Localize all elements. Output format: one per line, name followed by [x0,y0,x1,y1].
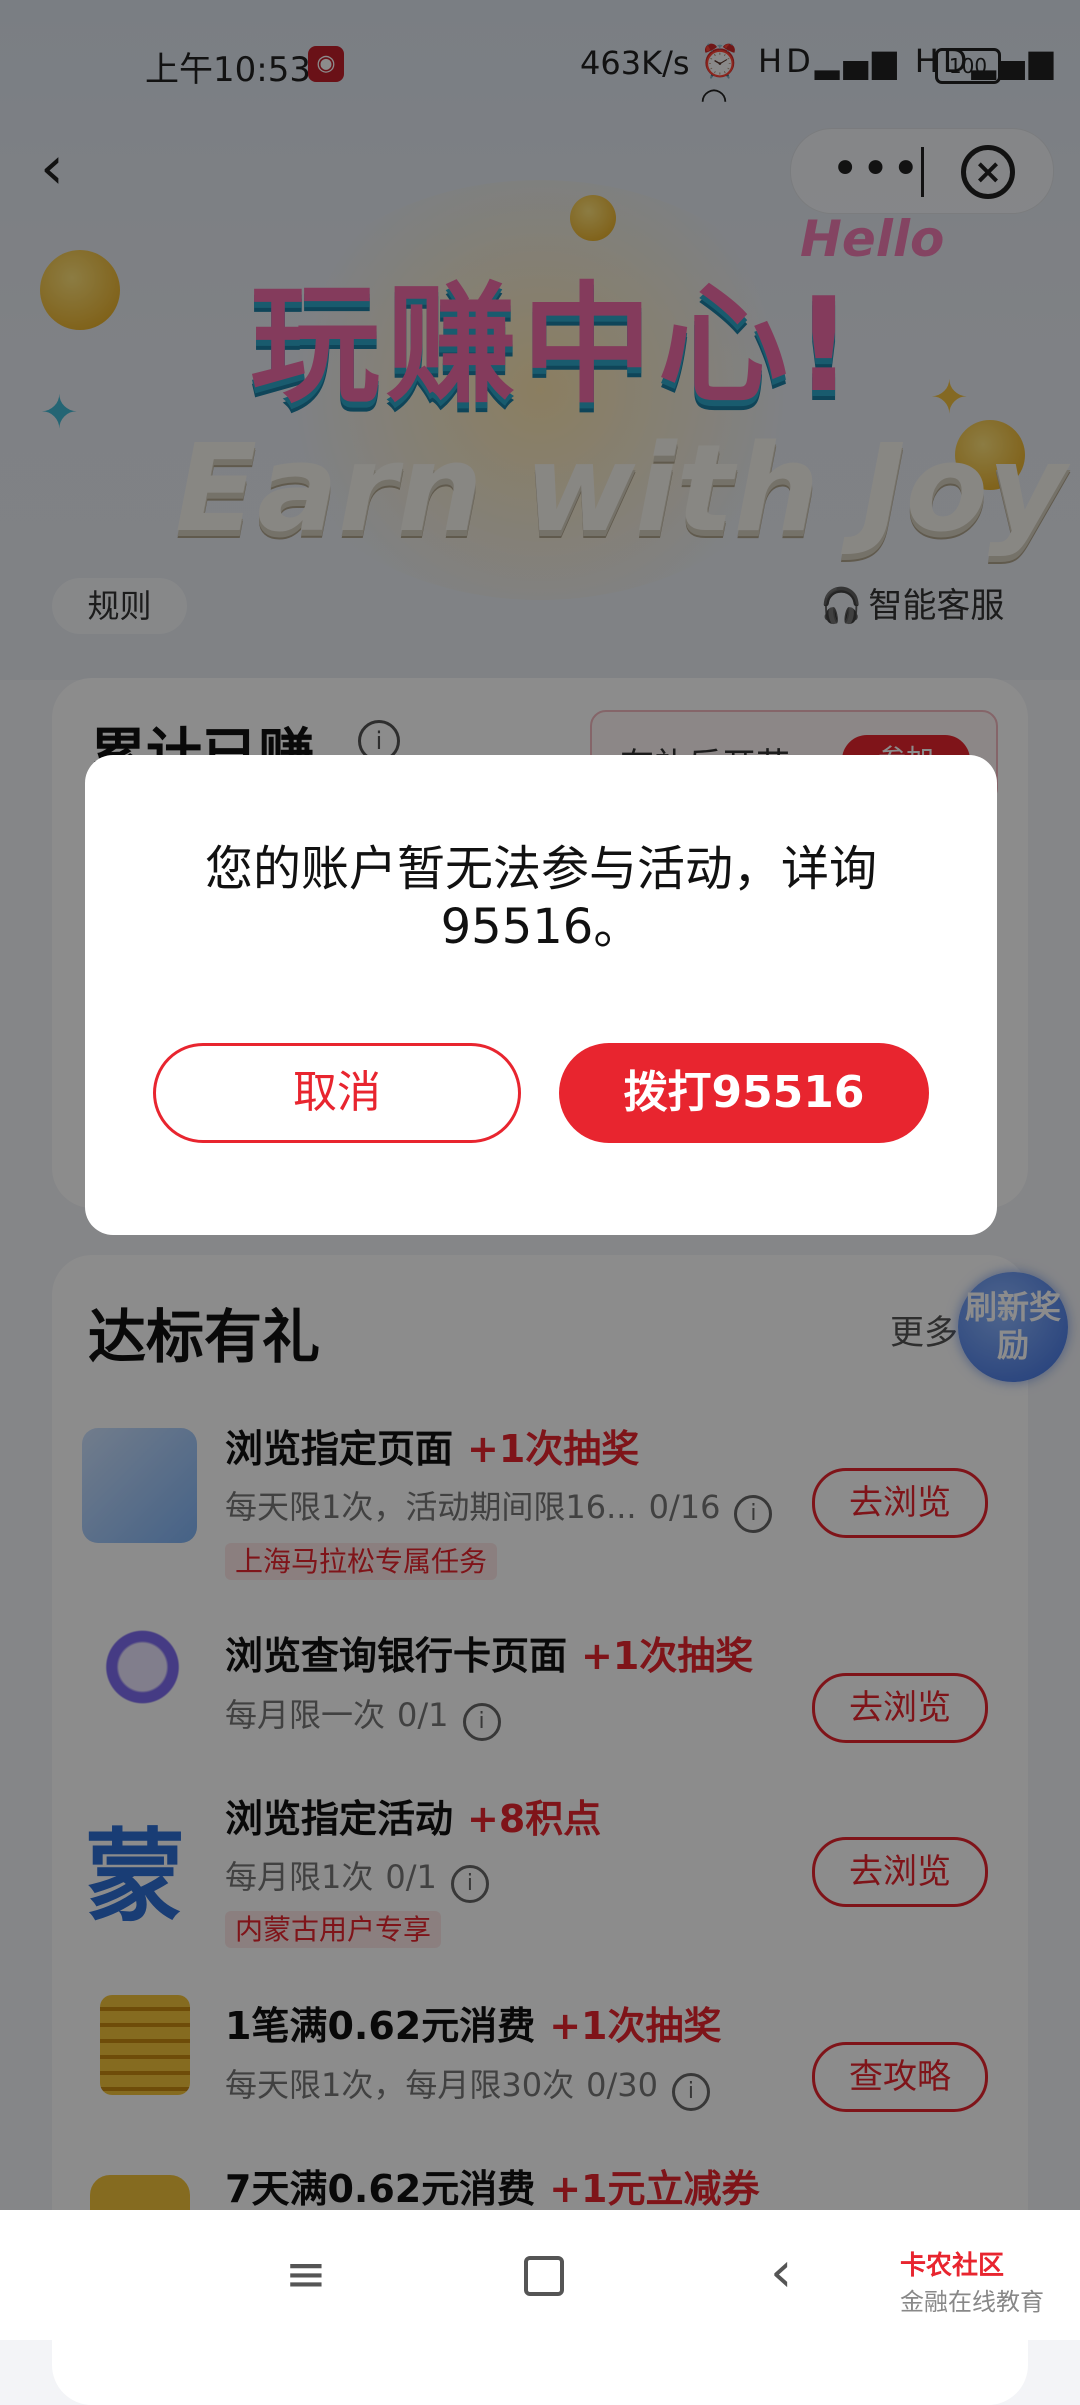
watermark-brand: 卡农社区 [900,2251,1005,2281]
call-button[interactable]: 拨打95516 [559,1043,929,1143]
dialog-message-line1: 您的账户暂无法参与活动，详询 [204,841,877,897]
cancel-button[interactable]: 取消 [153,1043,521,1143]
dialog-message-line2: 95516。 [440,899,642,955]
menu-icon[interactable]: ≡ [285,2245,327,2303]
home-square-icon[interactable] [524,2256,564,2296]
dialog-message: 您的账户暂无法参与活动，详询 95516。 [85,840,997,956]
back-chevron-icon[interactable]: ‹ [770,2240,792,2305]
alert-dialog: 您的账户暂无法参与活动，详询 95516。 取消 拨打95516 [85,755,997,1235]
watermark: 卡农社区 金融在线教育 [900,2245,1044,2317]
watermark-tagline: 金融在线教育 [900,2288,1044,2316]
